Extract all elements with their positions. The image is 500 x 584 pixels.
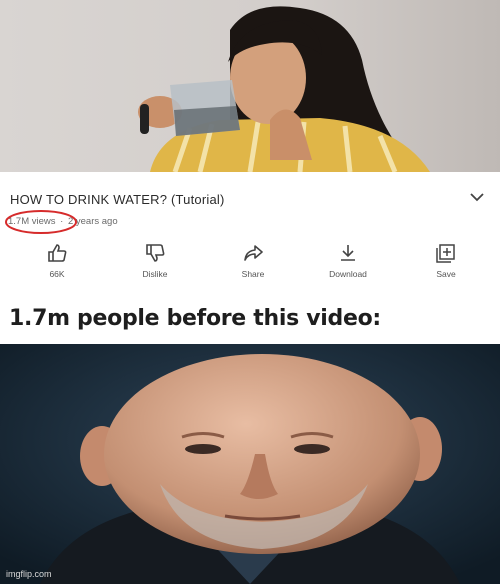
chevron-down-icon[interactable]: [468, 190, 486, 204]
bald-man-image: [0, 344, 500, 584]
girl-drinking-water-image: [0, 0, 500, 172]
save-button[interactable]: Save: [406, 242, 486, 279]
imgflip-watermark: imgflip.com: [6, 569, 52, 579]
video-thumbnail[interactable]: [0, 0, 500, 172]
video-title: HOW TO DRINK WATER? (Tutorial): [10, 192, 225, 207]
download-label: Download: [329, 269, 367, 279]
playlist-add-icon: [436, 244, 455, 263]
thumbs-down-icon: [146, 244, 165, 262]
share-button[interactable]: Share: [213, 242, 293, 279]
save-label: Save: [436, 269, 456, 279]
meme-caption: 1.7m people before this video:: [0, 296, 500, 344]
bald-man-portrait: [0, 344, 500, 584]
view-count: 1.7M views: [5, 210, 77, 234]
like-count: 66K: [49, 269, 65, 279]
dislike-label: Dislike: [142, 269, 168, 279]
download-icon: [341, 245, 355, 261]
dislike-button[interactable]: Dislike: [115, 242, 195, 279]
meta-separator: ·: [60, 216, 64, 227]
thumbs-up-icon: [48, 244, 67, 262]
download-button[interactable]: Download: [308, 242, 388, 279]
video-meta: 1.7M views · 2 years ago: [5, 210, 118, 234]
share-label: Share: [241, 269, 265, 279]
caption-text: 1.7m people before this video:: [9, 306, 381, 331]
video-actions: 66K Dislike Share Download Save: [0, 242, 500, 288]
upload-age: 2 years ago: [67, 216, 118, 227]
like-button[interactable]: 66K: [17, 242, 97, 279]
video-info-panel: HOW TO DRINK WATER? (Tutorial) 1.7M view…: [0, 172, 500, 296]
share-icon: [244, 245, 263, 261]
